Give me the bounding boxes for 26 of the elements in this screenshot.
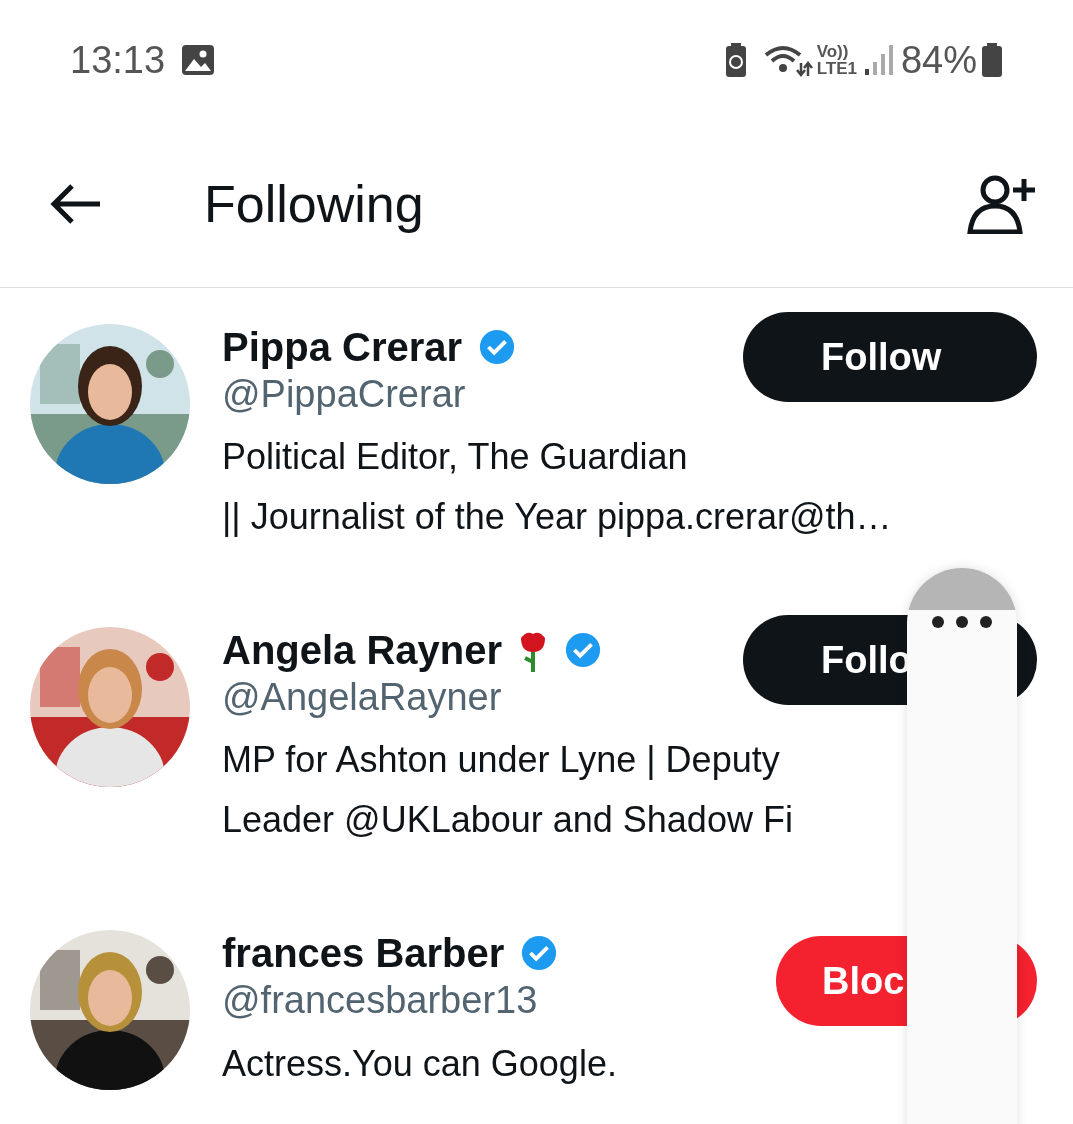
user-handle[interactable]: @francesbarber13 bbox=[222, 976, 776, 1026]
user-handle[interactable]: @AngelaRayner bbox=[222, 673, 743, 723]
battery-text: 84% bbox=[900, 37, 977, 83]
image-icon bbox=[181, 44, 216, 76]
network-text: Vo)) bbox=[816, 43, 850, 60]
user-name[interactable]: Pippa Crerar bbox=[222, 324, 463, 370]
page-title: Following bbox=[204, 173, 425, 235]
battery-saver-icon bbox=[724, 43, 747, 77]
more-icon bbox=[930, 614, 994, 630]
back-arrow-icon bbox=[50, 183, 102, 224]
bio-text: Leader @UKLabour and Shadow Fi bbox=[222, 797, 794, 842]
bio-text: Actress.You can Google. bbox=[222, 1042, 618, 1086]
user-handle[interactable]: @PippaCrerar bbox=[222, 370, 743, 420]
user-name[interactable]: frances Barber bbox=[222, 930, 505, 976]
clock-text: 13:13 bbox=[70, 37, 166, 83]
bio-text: || Journalist of the Year pippa.crerar@th… bbox=[222, 494, 893, 539]
follow-button[interactable]: Follow bbox=[743, 312, 1037, 402]
add-person-icon bbox=[967, 173, 1037, 234]
user-name[interactable]: Angela Rayner bbox=[222, 627, 503, 673]
bio-text: Political Editor, The Guardian bbox=[222, 435, 689, 480]
network-text: LTE1 bbox=[816, 60, 857, 77]
edge-panel[interactable] bbox=[907, 568, 1017, 1124]
signal-icon bbox=[864, 45, 893, 75]
wifi-icon bbox=[762, 43, 813, 77]
bio-text: MP for Ashton under Lyne | Deputy bbox=[222, 738, 781, 783]
battery-icon bbox=[981, 43, 1003, 77]
